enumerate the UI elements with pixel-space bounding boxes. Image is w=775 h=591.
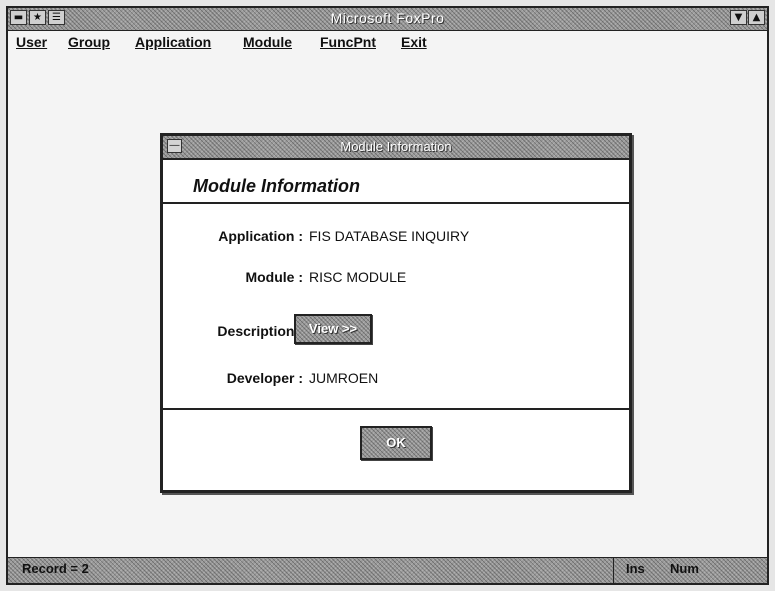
status-ins: Ins <box>626 561 645 576</box>
module-label: Module : <box>245 269 303 285</box>
view-button[interactable]: View >> <box>294 314 372 344</box>
menu-module[interactable]: Module <box>243 34 292 50</box>
status-bar: Record = 2 Ins Num <box>8 557 767 583</box>
status-divider <box>613 558 614 583</box>
menu-exit[interactable]: Exit <box>401 34 427 50</box>
menu-user-label: User <box>16 34 48 50</box>
menu-module-label: Module <box>243 34 292 50</box>
menu-exit-label: Exit <box>401 34 427 50</box>
menu-group-label: Group <box>68 34 110 50</box>
app-titlebar[interactable]: ▬ ★ ☰ Microsoft FoxPro ▼ ▲ <box>8 8 767 31</box>
app-title: Microsoft FoxPro <box>330 10 445 26</box>
menu-funcpnt-label: FuncPnt <box>320 34 376 50</box>
dialog-heading: Module Information <box>193 176 360 196</box>
divider-bottom <box>163 408 629 410</box>
menu-application-label: Application <box>135 34 212 50</box>
module-information-dialog: — Module Information Module Information … <box>160 133 632 493</box>
maximize-icon[interactable]: ▲ <box>748 10 765 25</box>
menu-funcpnt[interactable]: FuncPnt <box>320 34 376 50</box>
description-label: Description : <box>217 323 303 339</box>
ok-button[interactable]: OK <box>360 426 432 460</box>
minimize-icon[interactable]: ▼ <box>730 10 747 25</box>
application-label: Application : <box>218 228 303 244</box>
menu-application[interactable]: Application <box>135 34 211 50</box>
status-record: Record = 2 <box>22 561 89 576</box>
module-value: RISC MODULE <box>309 269 407 285</box>
developer-value: JUMROEN <box>309 370 379 386</box>
application-value: FIS DATABASE INQUIRY <box>309 228 470 244</box>
dialog-title: Module Information <box>340 139 452 154</box>
status-num: Num <box>670 561 699 576</box>
developer-label: Developer : <box>226 370 303 386</box>
menubar: User Group Application Module FuncPnt Ex… <box>8 31 767 53</box>
menu-user[interactable]: User <box>16 34 47 50</box>
dialog-titlebar[interactable]: — Module Information <box>163 136 629 160</box>
divider-top <box>163 202 629 204</box>
menu-group[interactable]: Group <box>68 34 110 50</box>
